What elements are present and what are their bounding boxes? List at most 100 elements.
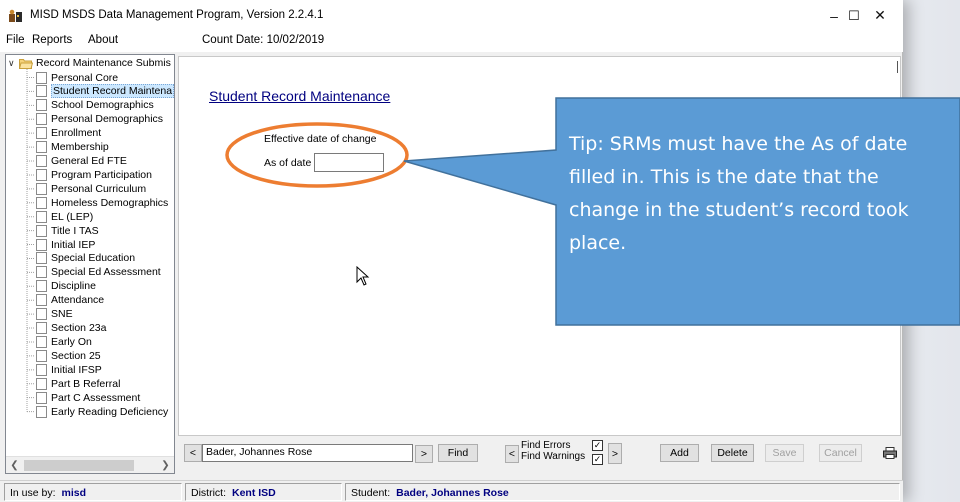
effective-date-label: Effective date of change (264, 133, 377, 145)
find-warnings-checkbox[interactable]: ✓ (592, 454, 603, 465)
tree-item-label: Student Record Maintena (51, 84, 174, 99)
tree-item-label: Section 25 (51, 349, 101, 362)
document-icon (36, 363, 47, 376)
tree-root-label: Record Maintenance Submis (36, 57, 171, 69)
tree-horizontal-scrollbar[interactable]: ❮ ❯ (6, 456, 174, 473)
menu-about[interactable]: About (88, 34, 118, 46)
tree-item[interactable]: Homeless Demographics (36, 196, 168, 209)
tree-item[interactable]: Initial IEP (36, 238, 95, 251)
tree-item[interactable]: Personal Curriculum (36, 182, 146, 195)
find-warnings-label: Find Warnings (521, 451, 586, 462)
title-bar: MISD MSDS Data Management Program, Versi… (0, 0, 903, 31)
tree-item-label: Personal Curriculum (51, 182, 147, 195)
tree-item-label: Homeless Demographics (51, 196, 169, 209)
tree-item-label: Title I TAS (51, 224, 99, 237)
tree-item-label: SNE (51, 308, 73, 321)
scroll-right-icon[interactable]: ❯ (157, 458, 174, 473)
tree-item[interactable]: Discipline (36, 280, 96, 293)
find-button[interactable]: Find (438, 444, 478, 462)
tree-item[interactable]: Section 25 (36, 349, 101, 362)
add-button[interactable]: Add (660, 444, 699, 462)
next-error-button[interactable]: > (608, 443, 622, 464)
document-icon (36, 238, 47, 251)
tree-item[interactable]: Part C Assessment (36, 391, 140, 404)
next-student-button[interactable]: > (415, 445, 433, 463)
document-icon (36, 322, 47, 335)
prev-student-button[interactable]: < (184, 444, 202, 462)
find-errors-checkbox[interactable]: ✓ (592, 440, 603, 451)
document-icon (36, 335, 47, 348)
document-icon (36, 155, 47, 168)
document-icon (36, 377, 47, 390)
document-icon (36, 182, 47, 195)
tree-item-label: Part B Referral (51, 377, 121, 390)
tree-item[interactable]: Part B Referral (36, 377, 120, 390)
document-icon (36, 391, 47, 404)
tree-item[interactable]: Personal Demographics (36, 113, 163, 126)
tree-item[interactable]: Personal Core (36, 71, 118, 84)
document-icon (36, 196, 47, 209)
document-icon (36, 405, 47, 418)
tree-item-label: Attendance (51, 294, 105, 307)
document-icon (36, 308, 47, 321)
check-icon: ✓ (593, 454, 602, 464)
tree-item[interactable]: Student Record Maintena (36, 84, 174, 99)
tree-item[interactable]: Initial IFSP (36, 363, 102, 376)
record-tree[interactable]: ∨ Record Maintenance Submis Personal Cor… (5, 54, 175, 474)
student-label: Student: (351, 487, 391, 499)
as-of-date-input[interactable] (314, 153, 384, 172)
chevron-down-icon[interactable]: ∨ (8, 58, 18, 69)
close-button[interactable]: ✕ (857, 0, 903, 31)
tree-item[interactable]: General Ed FTE (36, 155, 127, 168)
document-icon (36, 99, 47, 112)
tree-item[interactable]: Enrollment (36, 127, 101, 140)
menu-file[interactable]: File (6, 34, 25, 46)
document-icon (36, 280, 47, 293)
menu-reports[interactable]: Reports (32, 34, 72, 46)
document-icon (36, 168, 47, 181)
tree-item[interactable]: SNE (36, 308, 73, 321)
status-student: Student: Bader, Johannes Rose (345, 483, 900, 501)
document-icon (36, 141, 47, 154)
tree-item[interactable]: EL (LEP) (36, 210, 93, 223)
tree-item[interactable]: Program Participation (36, 168, 152, 181)
tree-item[interactable]: Special Ed Assessment (36, 266, 161, 279)
window-title: MISD MSDS Data Management Program, Versi… (30, 9, 324, 21)
printer-icon[interactable] (883, 447, 897, 459)
scroll-left-icon[interactable]: ❮ (6, 458, 23, 473)
save-button[interactable]: Save (765, 444, 804, 462)
count-date: Count Date: 10/02/2019 (202, 34, 325, 46)
tree-item[interactable]: Early Reading Deficiency (36, 405, 168, 418)
tree-item-label: Part C Assessment (51, 391, 141, 404)
tree-item[interactable]: Title I TAS (36, 224, 99, 237)
prev-error-button[interactable]: < (505, 445, 519, 463)
document-icon (36, 210, 47, 223)
tree-item-label: General Ed FTE (51, 155, 127, 168)
tree-item[interactable]: School Demographics (36, 99, 154, 112)
status-district: District: Kent ISD (185, 483, 342, 501)
tree-item-label: Special Education (51, 252, 136, 265)
in-use-label: In use by: (10, 487, 56, 499)
tree-item[interactable]: Section 23a (36, 322, 106, 335)
tree-item-label: Special Ed Assessment (51, 266, 161, 279)
delete-button[interactable]: Delete (711, 444, 754, 462)
student-name-field[interactable]: Bader, Johannes Rose (202, 444, 413, 462)
document-icon (36, 252, 47, 265)
document-icon (36, 294, 47, 307)
app-logo-icon (9, 9, 22, 22)
tree-root-record-maintenance[interactable]: ∨ Record Maintenance Submis (8, 56, 171, 70)
status-bar: In use by: misd District: Kent ISD Student… (0, 480, 903, 502)
panel-edge-tick (897, 61, 898, 73)
tree-item[interactable]: Special Education (36, 252, 135, 265)
tree-item-label: Section 23a (51, 322, 107, 335)
tree-item[interactable]: Membership (36, 141, 109, 154)
tree-item[interactable]: Early On (36, 335, 92, 348)
tree-item-label: Initial IFSP (51, 363, 102, 376)
tree-item-label: Personal Core (51, 71, 119, 84)
document-icon (36, 85, 47, 98)
cancel-button[interactable]: Cancel (819, 444, 862, 462)
document-icon (36, 127, 47, 140)
student-value: Bader, Johannes Rose (396, 487, 509, 499)
tree-item[interactable]: Attendance (36, 294, 104, 307)
scroll-thumb[interactable] (24, 460, 134, 471)
